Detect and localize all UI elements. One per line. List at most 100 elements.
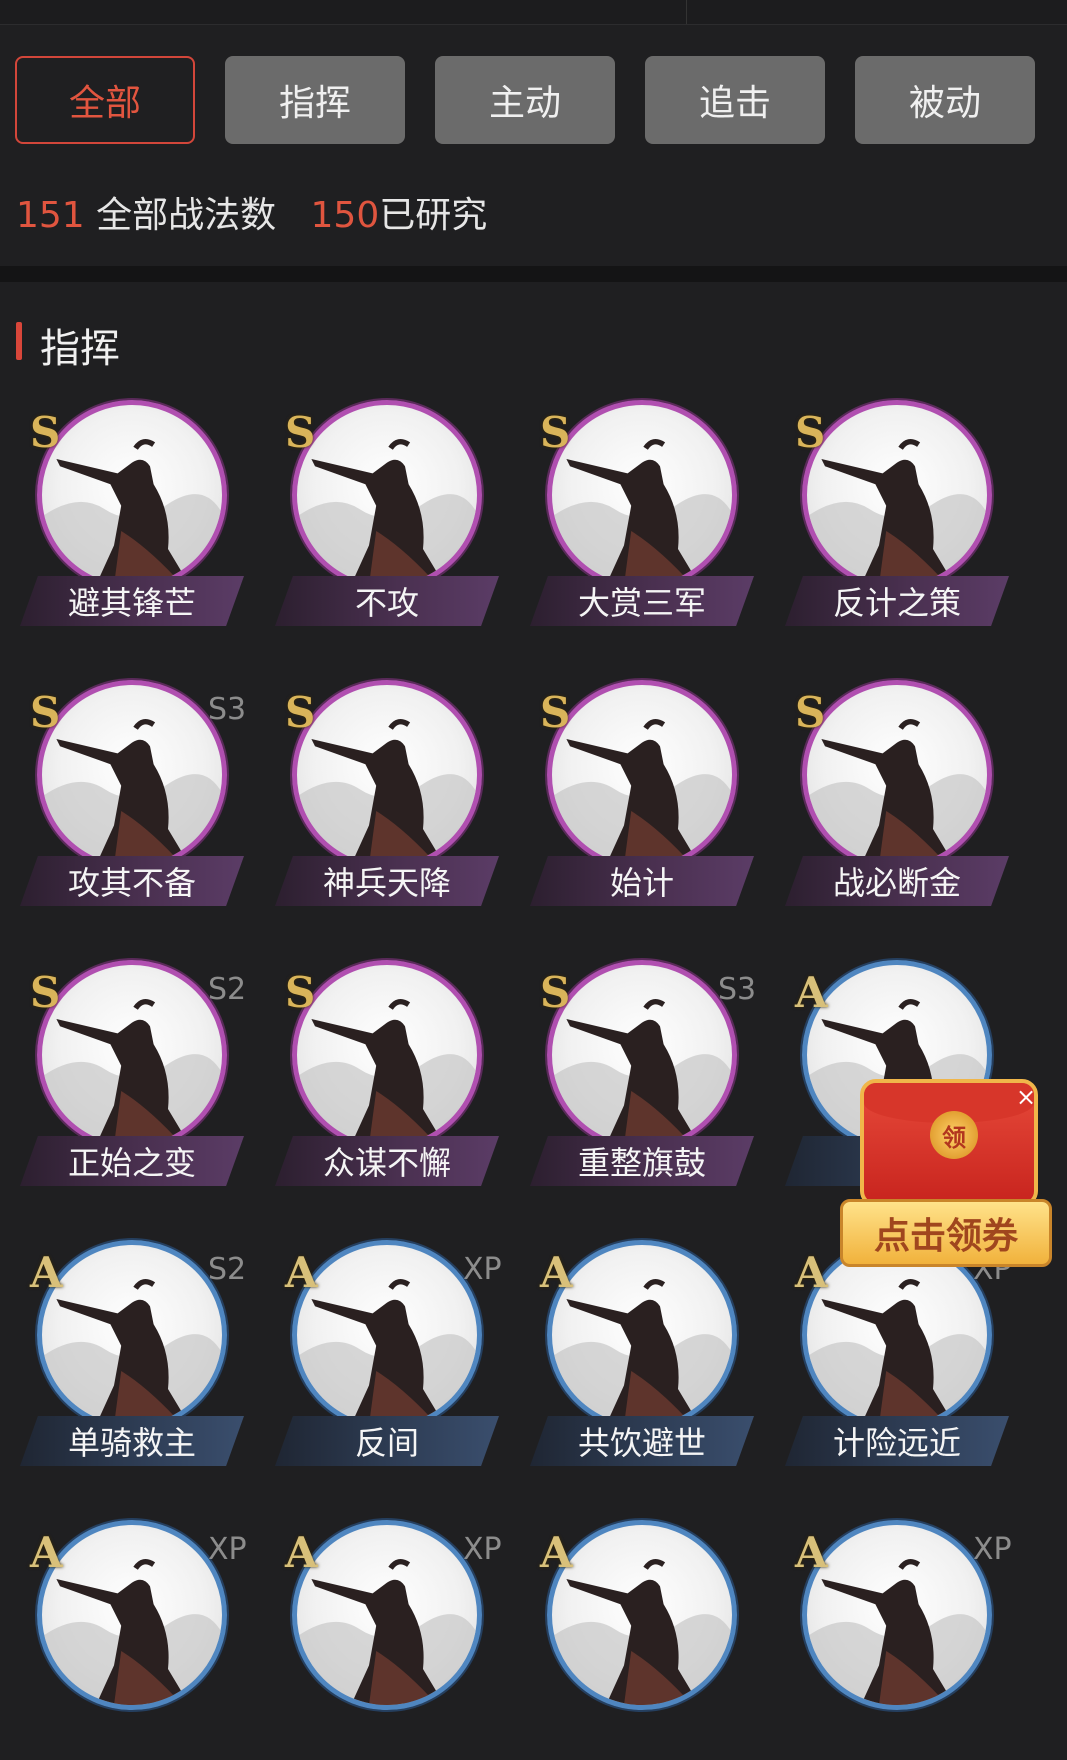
grade-badge: A bbox=[30, 1528, 63, 1577]
tab-pursuit[interactable]: 追击 bbox=[645, 56, 825, 144]
grade-badge: A bbox=[540, 1528, 573, 1577]
season-tag: XP bbox=[208, 1532, 247, 1567]
skill-name: 反间 bbox=[275, 1416, 499, 1466]
skill-card[interactable]: A 共饮避世 bbox=[510, 1240, 754, 1480]
grade-badge: A bbox=[795, 1248, 828, 1297]
skill-card[interactable]: S 战必断金 bbox=[765, 680, 1009, 920]
skill-name: 避其锋芒 bbox=[20, 576, 244, 626]
skill-name: 正始之变 bbox=[20, 1136, 244, 1186]
grade-badge: A bbox=[795, 968, 828, 1017]
season-tag: S3 bbox=[208, 692, 247, 727]
skill-name: 不攻 bbox=[275, 576, 499, 626]
grade-badge: A bbox=[30, 1248, 63, 1297]
skill-name: 始计 bbox=[530, 856, 754, 906]
skill-portrait bbox=[37, 400, 227, 590]
grade-badge: S bbox=[795, 688, 826, 737]
skill-card[interactable]: A XP bbox=[255, 1520, 502, 1760]
skill-portrait bbox=[547, 400, 737, 590]
grade-badge: S bbox=[285, 408, 316, 457]
stats-line: 151 全部战法数 150已研究 bbox=[16, 186, 487, 238]
skill-portrait bbox=[802, 400, 992, 590]
skill-portrait bbox=[802, 680, 992, 870]
skill-card[interactable]: S 避其锋芒 bbox=[0, 400, 244, 640]
skill-name: 计险远近 bbox=[785, 1416, 1009, 1466]
tab-command[interactable]: 指挥 bbox=[225, 56, 405, 144]
grade-badge: A bbox=[285, 1528, 318, 1577]
season-tag: S2 bbox=[208, 972, 247, 1007]
skill-name: 反计之策 bbox=[785, 576, 1009, 626]
skill-portrait bbox=[37, 1520, 227, 1710]
coupon-float-button[interactable]: 领 × 点击领券 bbox=[840, 1075, 1052, 1270]
section-separator bbox=[0, 266, 1067, 282]
season-tag: XP bbox=[463, 1252, 502, 1287]
total-label: 全部战法数 bbox=[96, 195, 277, 236]
grade-badge: S bbox=[30, 968, 61, 1017]
skill-card[interactable]: S S3 重整旗鼓 bbox=[510, 960, 756, 1200]
skill-card[interactable]: A S2 单骑救主 bbox=[0, 1240, 246, 1480]
season-tag: S2 bbox=[208, 1252, 247, 1287]
skill-portrait bbox=[292, 960, 482, 1150]
grade-badge: S bbox=[30, 408, 61, 457]
skill-name: 神兵天降 bbox=[275, 856, 499, 906]
skill-portrait bbox=[292, 1240, 482, 1430]
skill-card[interactable]: S S3 攻其不备 bbox=[0, 680, 246, 920]
season-tag: XP bbox=[973, 1532, 1012, 1567]
coin-icon: 领 bbox=[930, 1111, 978, 1159]
skill-portrait bbox=[37, 680, 227, 870]
skill-portrait bbox=[37, 1240, 227, 1430]
skill-name: 单骑救主 bbox=[20, 1416, 244, 1466]
season-tag: S3 bbox=[718, 972, 757, 1007]
skill-name: 众谋不懈 bbox=[275, 1136, 499, 1186]
skill-grid: S 避其锋芒 S 不攻 S 大赏三军 S 反计之策 S S3 攻其不备 S 神兵天降 S 始计 S 战必断金 S S… bbox=[0, 400, 1067, 1710]
grade-badge: S bbox=[795, 408, 826, 457]
researched-label: 已研究 bbox=[379, 195, 488, 236]
skill-card[interactable]: S S2 正始之变 bbox=[0, 960, 246, 1200]
skill-card[interactable]: S 神兵天降 bbox=[255, 680, 499, 920]
close-icon[interactable]: × bbox=[1014, 1085, 1038, 1109]
skill-portrait bbox=[547, 1240, 737, 1430]
tab-active[interactable]: 主动 bbox=[435, 56, 615, 144]
grade-badge: A bbox=[285, 1248, 318, 1297]
skill-portrait bbox=[547, 960, 737, 1150]
skill-card[interactable]: A XP bbox=[765, 1520, 1012, 1760]
skill-card[interactable]: S 反计之策 bbox=[765, 400, 1009, 640]
grade-badge: S bbox=[285, 688, 316, 737]
red-envelope-icon: 领 bbox=[860, 1079, 1038, 1207]
skill-card[interactable]: A XP 计险远近 bbox=[765, 1240, 1012, 1480]
skill-portrait bbox=[292, 680, 482, 870]
skill-portrait bbox=[37, 960, 227, 1150]
skill-card[interactable]: A XP 反间 bbox=[255, 1240, 502, 1480]
grade-badge: A bbox=[540, 1248, 573, 1297]
skill-portrait bbox=[547, 1520, 737, 1710]
skill-portrait bbox=[292, 400, 482, 590]
filter-tabs: 全部 指挥 主动 追击 被动 bbox=[0, 56, 1067, 146]
grade-badge: A bbox=[795, 1528, 828, 1577]
section-title: 指挥 bbox=[40, 326, 120, 372]
skill-name: 大赏三军 bbox=[530, 576, 754, 626]
skill-name: 共饮避世 bbox=[530, 1416, 754, 1466]
grade-badge: S bbox=[540, 968, 571, 1017]
skill-card[interactable]: A XP bbox=[0, 1520, 247, 1760]
skill-portrait bbox=[292, 1520, 482, 1710]
section-marker bbox=[16, 322, 22, 360]
tab-all[interactable]: 全部 bbox=[15, 56, 195, 144]
grade-badge: S bbox=[540, 408, 571, 457]
skill-name: 重整旗鼓 bbox=[530, 1136, 754, 1186]
total-count: 151 bbox=[16, 195, 85, 236]
skill-card[interactable]: A bbox=[510, 1520, 750, 1760]
skill-card[interactable]: S 大赏三军 bbox=[510, 400, 754, 640]
grade-badge: S bbox=[285, 968, 316, 1017]
skill-portrait bbox=[802, 1520, 992, 1710]
skill-portrait bbox=[547, 680, 737, 870]
tab-passive[interactable]: 被动 bbox=[855, 56, 1035, 144]
skill-card[interactable]: S 不攻 bbox=[255, 400, 499, 640]
top-bar bbox=[0, 0, 1067, 25]
skill-card[interactable]: S 众谋不懈 bbox=[255, 960, 499, 1200]
coupon-label: 点击领券 bbox=[840, 1199, 1052, 1267]
skill-card[interactable]: S 始计 bbox=[510, 680, 754, 920]
season-tag: XP bbox=[463, 1532, 502, 1567]
top-bar-divider bbox=[686, 0, 687, 24]
skill-name: 战必断金 bbox=[785, 856, 1009, 906]
grade-badge: S bbox=[30, 688, 61, 737]
grade-badge: S bbox=[540, 688, 571, 737]
